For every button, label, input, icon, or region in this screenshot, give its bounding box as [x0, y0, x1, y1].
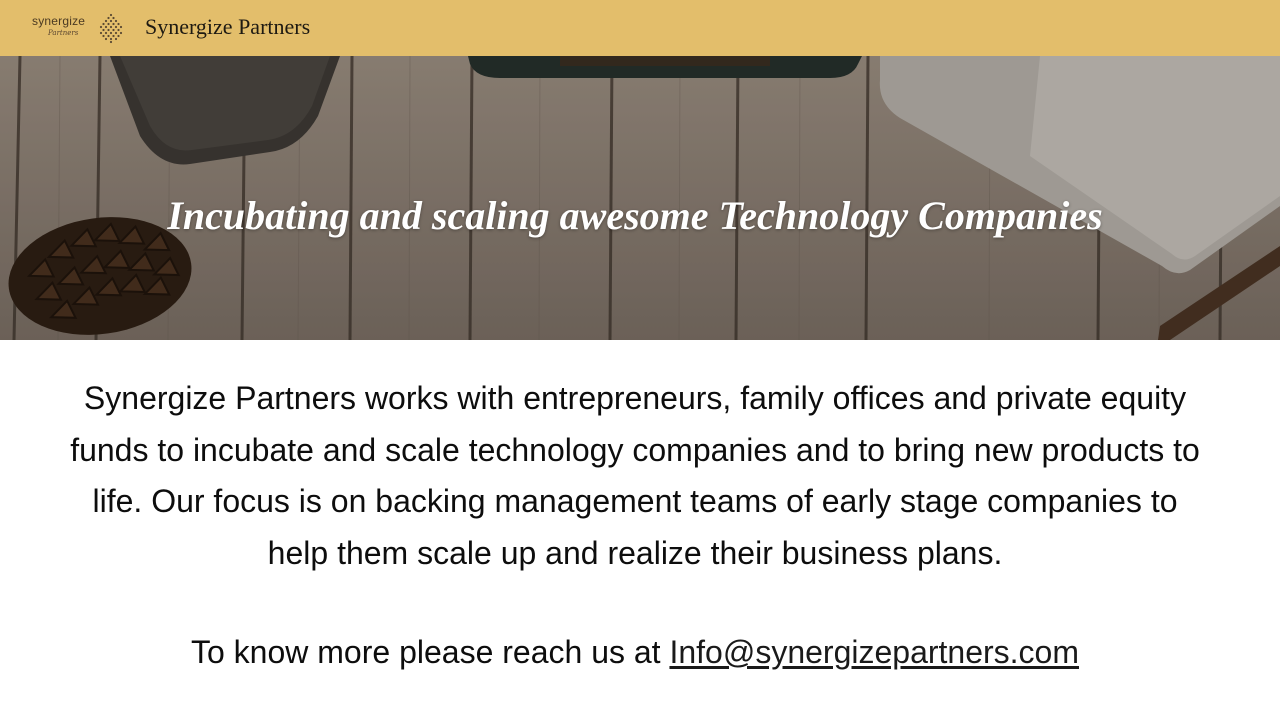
hero-banner: Incubating and scaling awesome Technolog… [0, 56, 1280, 340]
intro-paragraph: Synergize Partners works with entreprene… [70, 380, 1200, 571]
contact-email-link[interactable]: Info@synergizepartners.com [669, 634, 1079, 670]
site-name[interactable]: Synergize Partners [145, 14, 310, 40]
logo[interactable]: synergize Partners [32, 12, 127, 44]
pine-cone-icon [99, 13, 123, 44]
contact-line: To know more please reach us at Info@syn… [0, 634, 1270, 671]
logo-subtitle: Partners [48, 29, 79, 37]
contact-prefix: To know more please reach us at [190, 634, 670, 670]
hero-title: Incubating and scaling awesome Technolog… [167, 193, 1103, 238]
site-header: synergize Partners Synergize Partners [0, 0, 1280, 56]
logo-wordmark: synergize [32, 14, 86, 28]
